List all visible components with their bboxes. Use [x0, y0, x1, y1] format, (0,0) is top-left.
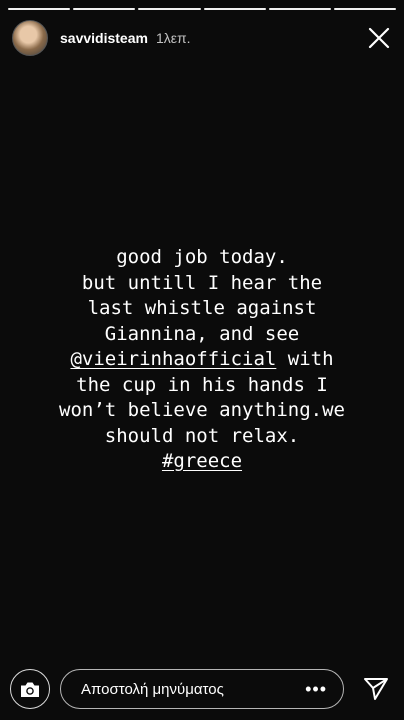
story-text-line: #greece — [0, 449, 404, 475]
message-placeholder: Αποστολή μηνύματος — [81, 680, 224, 698]
story-text-segment: last whistle against — [87, 297, 317, 319]
progress-segment — [73, 8, 136, 10]
story-text-line: @vieirinhaofficial with — [0, 347, 404, 373]
story-text-line: but untill I hear the — [0, 271, 404, 297]
story-text-segment: Giannina, and see — [104, 322, 300, 345]
story-text-line: the cup in his hands I — [0, 373, 404, 399]
camera-button[interactable] — [10, 669, 50, 709]
story-header: savvidisteam 1λεπ. — [12, 20, 394, 56]
progress-segment — [203, 8, 266, 10]
send-icon — [364, 678, 388, 700]
post-time: 1λεπ. — [155, 30, 191, 46]
progress-segment — [268, 8, 331, 10]
progress-segment — [333, 8, 397, 10]
story-text-line: won’t believe anything.we — [0, 398, 404, 424]
message-input[interactable]: Αποστολή μηνύματος ••• — [60, 669, 344, 709]
story-footer: Αποστολή μηνύματος ••• — [10, 668, 394, 710]
hashtag-link[interactable]: #greece — [162, 450, 242, 472]
story-text-segment: good job today. — [116, 246, 288, 268]
send-button[interactable] — [358, 671, 394, 707]
story-text-segment: with — [276, 348, 334, 370]
story-text-line: should not relax. — [0, 424, 404, 450]
progress-segment — [138, 8, 201, 10]
story-text: good job today. but untill I hear the last… — [0, 245, 404, 475]
more-options-button[interactable]: ••• — [305, 680, 327, 698]
story-text-segment: but untill I hear the — [81, 271, 323, 294]
username[interactable]: savvidisteam — [60, 30, 148, 46]
mention-link[interactable]: @vieirinhaofficial — [70, 348, 276, 370]
story-text-segment: won’t believe anything.we — [59, 399, 345, 421]
camera-icon — [21, 682, 39, 697]
avatar[interactable] — [12, 20, 48, 56]
close-icon — [368, 27, 390, 49]
progress-segment — [8, 8, 71, 10]
story-text-line: Giannina, and see — [0, 322, 404, 348]
story-text-segment: the cup in his hands I — [76, 373, 328, 396]
story-progress-bar — [8, 8, 397, 10]
story-text-segment: should not relax. — [104, 424, 300, 447]
close-button[interactable] — [364, 23, 394, 53]
story-text-line: good job today. — [0, 245, 404, 271]
story-text-line: last whistle against — [0, 296, 404, 322]
